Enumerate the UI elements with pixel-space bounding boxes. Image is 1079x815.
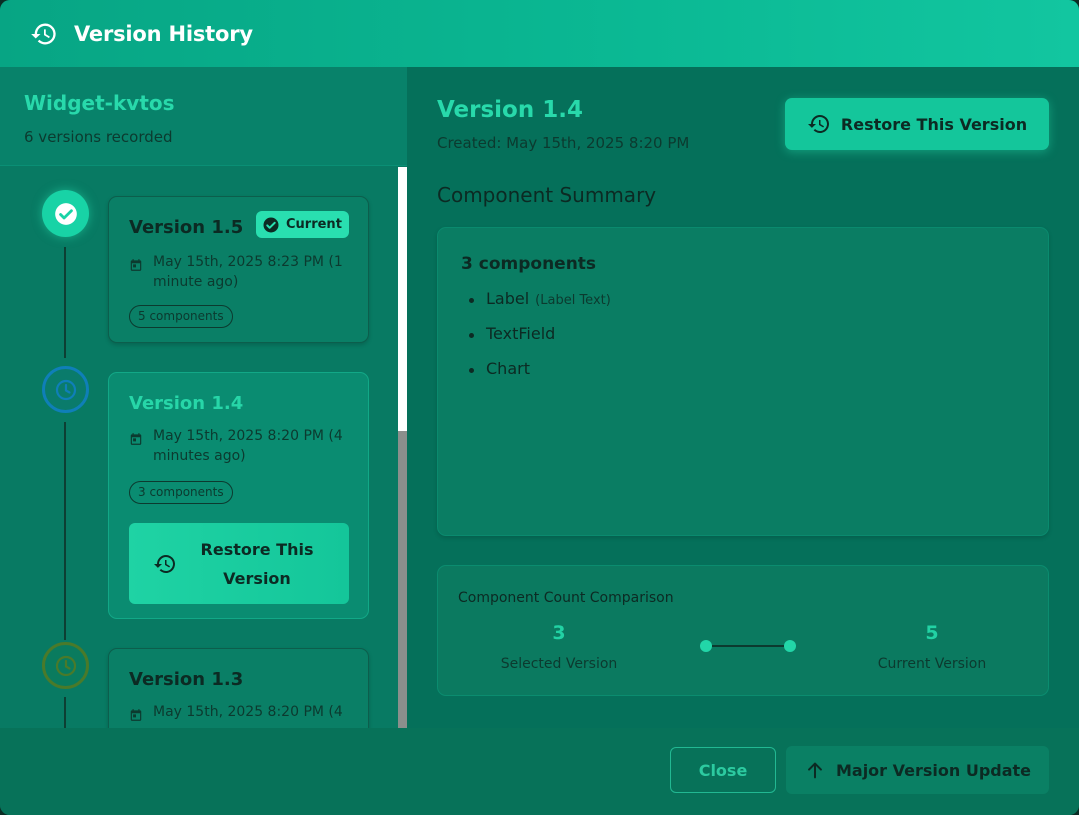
timeline-connector [64,422,66,640]
arrow-up-icon [808,762,822,779]
dialog-footer: Close Major Version Update [0,728,1079,815]
selected-dot [700,640,712,652]
list-item: Label (Label Text) [468,289,611,324]
component-list: Label (Label Text) TextField Chart [468,289,611,394]
version-card-1-5[interactable]: Version 1.5 Current May 15th, 2025 8:23 … [108,196,369,343]
version-detail-panel: Version 1.4 Created: May 15th, 2025 8:20… [407,67,1079,728]
version-history-dialog: Version History Widget-kvtos 6 versions … [0,0,1079,815]
current-dot [784,640,796,652]
version-card-title: Version 1.5 [129,217,244,238]
timeline-node-past [42,642,89,689]
component-count-chip: 3 components [129,481,233,504]
version-card-1-4[interactable]: Version 1.4 May 15th, 2025 8:20 PM (4 mi… [108,372,369,619]
current-badge-label: Current [286,217,342,232]
selected-count: 3 [552,622,566,644]
current-count-label: Current Version [877,656,987,672]
component-detail: (Label Text) [535,293,611,308]
project-header: Widget-kvtos 6 versions recorded [0,67,407,166]
calendar-icon [130,259,142,271]
restore-version-label: Restore This Version [840,114,1028,134]
check-circle-icon [263,217,279,232]
version-date: May 15th, 2025 8:20 PM (4 minutes ago) [153,428,343,464]
version-date-row: May 15th, 2025 8:23 PM (1 minute ago) [129,252,354,292]
component-name: TextField [486,324,556,343]
list-item: TextField [468,324,611,359]
version-list-panel: Widget-kvtos 6 versions recorded Version… [0,67,407,728]
version-date: May 15th, 2025 8:23 PM (1 minute ago) [153,254,343,290]
timeline-connector [64,247,66,358]
comparison-title: Component Count Comparison [458,590,674,606]
card-restore-label: Restore This Version [200,539,314,588]
timeline-node-selected [42,366,89,413]
timeline-connector [64,697,66,728]
calendar-icon [130,709,142,721]
detail-created-date: Created: May 15th, 2025 8:20 PM [437,134,690,152]
version-date-row: May 15th, 2025 8:20 PM (4 [129,702,354,722]
scrollbar-thumb[interactable] [398,167,407,431]
major-version-update-button[interactable]: Major Version Update [786,746,1049,794]
project-name: Widget-kvtos [24,91,175,115]
component-name: Chart [486,359,530,378]
version-timeline: Version 1.5 Current May 15th, 2025 8:23 … [0,167,398,728]
major-version-update-label: Major Version Update [835,760,1032,780]
version-date: May 15th, 2025 8:20 PM (4 [153,704,343,720]
list-item: Chart [468,359,611,394]
comparison-line [712,645,784,647]
current-badge: Current [256,211,349,238]
timeline-node-current [42,190,89,237]
restore-version-button[interactable]: Restore This Version [785,98,1049,150]
component-count: 3 components [461,254,597,274]
version-card-title: Version 1.4 [129,393,244,414]
clock-icon [55,379,76,400]
component-summary-heading: Component Summary [437,183,657,207]
history-icon [154,554,175,573]
close-button[interactable]: Close [670,747,776,793]
dialog-header: Version History [0,0,1079,67]
component-comparison-box: Component Count Comparison 3 Selected Ve… [437,565,1049,696]
dialog-title: Version History [74,21,253,46]
calendar-icon [130,433,142,445]
component-count-chip: 5 components [129,305,233,328]
clock-icon [55,655,76,676]
version-card-title: Version 1.3 [129,669,244,690]
history-icon [31,23,56,44]
check-circle-icon [54,202,77,225]
version-date-row: May 15th, 2025 8:20 PM (4 minutes ago) [129,426,354,466]
history-icon [807,115,829,133]
current-count: 5 [925,622,939,644]
detail-version-title: Version 1.4 [437,97,583,123]
component-summary-box: 3 components Label (Label Text) TextField… [437,227,1049,536]
version-card-1-3[interactable]: Version 1.3 May 15th, 2025 8:20 PM (4 [108,648,369,728]
version-count: 6 versions recorded [24,128,173,146]
component-name: Label [486,289,530,308]
card-restore-button[interactable]: Restore This Version [129,523,349,604]
selected-count-label: Selected Version [500,656,618,672]
